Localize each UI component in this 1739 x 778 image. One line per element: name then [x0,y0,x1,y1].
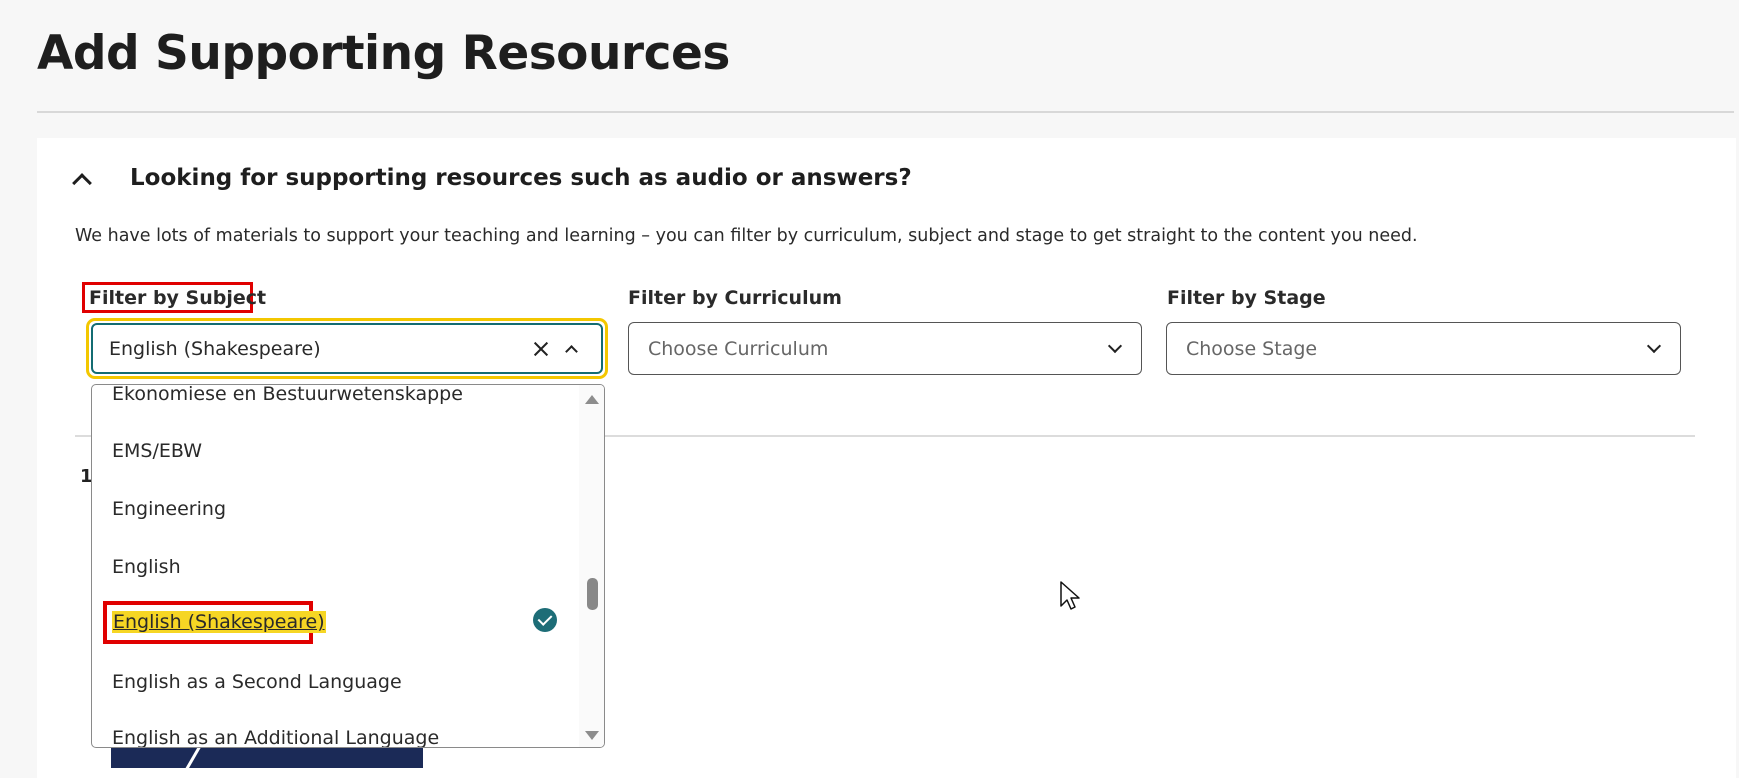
stage-select[interactable]: Choose Stage [1166,322,1681,375]
subject-option[interactable]: English as an Additional Language [112,727,439,747]
scrollbar-track[interactable] [579,385,604,747]
subject-select[interactable]: English (Shakespeare) [91,323,603,374]
subject-option[interactable]: EMS/EBW [112,440,202,462]
subject-option-selected[interactable]: English (Shakespeare) [112,611,326,633]
intro-text: We have lots of materials to support you… [75,226,1418,246]
filter-subject-label: Filter by Subject [89,287,267,309]
subject-option[interactable]: English [112,556,181,578]
curriculum-select[interactable]: Choose Curriculum [628,322,1142,375]
page-title: Add Supporting Resources [37,26,730,81]
title-divider [37,111,1734,113]
clear-icon[interactable] [528,336,554,362]
scroll-up-arrow-icon[interactable] [585,395,599,404]
accordion-title[interactable]: Looking for supporting resources such as… [130,165,912,191]
scroll-down-arrow-icon[interactable] [585,731,599,740]
stage-placeholder: Choose Stage [1186,338,1318,360]
subject-option[interactable]: Engineering [112,498,226,520]
curriculum-placeholder: Choose Curriculum [648,338,829,360]
subject-dropdown-menu[interactable]: Ekonomiese en Bestuurwetenskappe EMS/EBW… [91,384,605,748]
chevron-up-icon[interactable] [565,345,578,358]
subject-select-value: English (Shakespeare) [109,338,321,360]
chevron-down-icon[interactable] [1107,338,1123,354]
resource-thumbnail[interactable] [111,748,423,768]
scrollbar-thumb[interactable] [587,578,598,610]
check-icon [533,608,557,632]
filter-curriculum-label: Filter by Curriculum [628,287,842,309]
filter-stage-label: Filter by Stage [1167,287,1326,309]
subject-option[interactable]: English as a Second Language [112,671,402,693]
subject-option[interactable]: Ekonomiese en Bestuurwetenskappe [112,385,463,405]
mouse-cursor-icon [1060,581,1080,610]
chevron-down-icon[interactable] [1646,338,1662,354]
